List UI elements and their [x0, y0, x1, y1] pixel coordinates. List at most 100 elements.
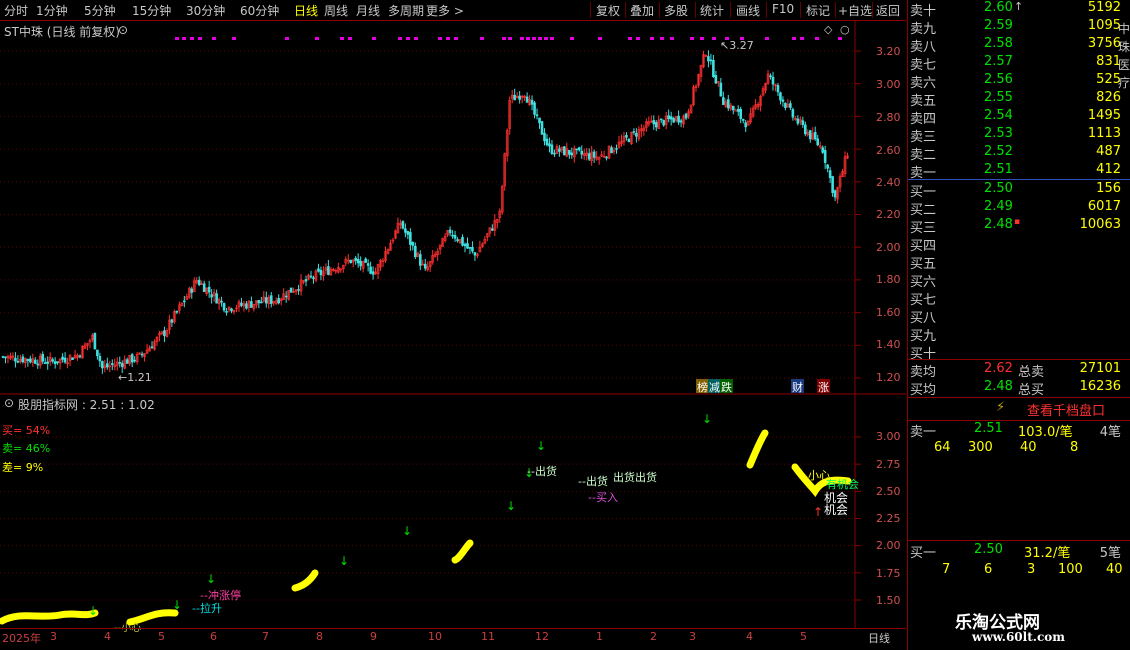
- date-tick: 2: [650, 630, 657, 643]
- candle-body: [821, 147, 824, 153]
- stats-button[interactable]: 统计: [700, 2, 724, 19]
- buy1-detail-label: 买一: [910, 546, 937, 561]
- indicator-chart[interactable]: ↓↓↓↓↓↓↓↓↓↑: [0, 393, 906, 628]
- buy-level[interactable]: 买七: [908, 289, 1130, 308]
- candle-body: [120, 363, 124, 367]
- indicator-settings-icon[interactable]: ⊙: [4, 396, 14, 410]
- period-1min[interactable]: 1分钟: [36, 2, 68, 19]
- candle-body: [16, 361, 20, 363]
- period-multi[interactable]: 多周期: [388, 2, 424, 19]
- signal-dot: [446, 37, 450, 40]
- period-fenshi[interactable]: 分时: [4, 2, 28, 19]
- level-label: 卖五: [910, 94, 937, 109]
- avg-buy-label: 买均: [910, 383, 937, 398]
- sell-level[interactable]: 卖二 2.52 487: [908, 144, 1130, 163]
- overlay-button[interactable]: 叠加: [630, 2, 654, 19]
- sell-level[interactable]: 卖四 2.54 1495: [908, 108, 1130, 127]
- signal-dot: [480, 37, 484, 40]
- view-1000-button[interactable]: 查看千档盘口: [1027, 400, 1105, 419]
- mark-button[interactable]: 标记: [806, 2, 830, 19]
- period-monthly[interactable]: 月线: [356, 2, 380, 19]
- candle-body: [667, 115, 670, 120]
- candle-body: [535, 114, 539, 117]
- label-chuhuo-2: --出货: [578, 475, 608, 488]
- sell-level[interactable]: 卖五 2.55 826: [908, 90, 1130, 109]
- candle-body: [78, 355, 82, 358]
- signal-dot: [520, 37, 524, 40]
- buy-level[interactable]: 买九: [908, 325, 1130, 344]
- candle-body: [1, 356, 5, 358]
- kline-chart[interactable]: ↖3.27 ←1.21 ◇ ○: [0, 21, 906, 393]
- candle-body: [803, 124, 807, 135]
- multi-stock-button[interactable]: 多股: [664, 2, 688, 19]
- signal-dot: [544, 37, 548, 40]
- signal-dot: [182, 37, 186, 40]
- add-favorite-button[interactable]: +自选: [838, 2, 872, 19]
- draw-line-button[interactable]: 画线: [736, 2, 760, 19]
- candle-body: [366, 263, 370, 266]
- candle-body: [106, 363, 109, 368]
- period-60min[interactable]: 60分钟: [240, 2, 279, 19]
- price-tick: 1.60: [876, 306, 901, 319]
- period-weekly[interactable]: 周线: [324, 2, 348, 19]
- signal-dot: [190, 37, 194, 40]
- signal-dot: [212, 37, 216, 40]
- candle-body: [828, 170, 832, 178]
- buy-level[interactable]: 买五: [908, 253, 1130, 272]
- side-vertical-text[interactable]: 中珠医疗: [1118, 20, 1130, 92]
- level-price: 2.57: [984, 54, 1013, 69]
- buy-level[interactable]: 买二 2.49 6017: [908, 199, 1130, 218]
- label-jihui-2: 机会: [824, 503, 849, 517]
- sell-level[interactable]: 卖七 2.57 831: [908, 54, 1130, 73]
- level-label: 买四: [910, 239, 937, 254]
- candle-body: [471, 247, 474, 252]
- candle-body: [461, 236, 464, 246]
- period-more[interactable]: 更多 >: [426, 2, 464, 19]
- fuquan-button[interactable]: 复权: [596, 2, 620, 19]
- sell1-detail-row: 卖一 2.51 103.0/笔 4笔: [908, 421, 1130, 440]
- sell1-detail-price: 2.51: [974, 421, 1003, 436]
- level-volume: 487: [1096, 144, 1121, 159]
- toolbar-divider: [625, 2, 626, 18]
- candle-body: [183, 300, 186, 303]
- price-tick: 3.00: [876, 78, 901, 91]
- candle-body: [709, 59, 713, 62]
- level-volume: 156: [1096, 181, 1121, 196]
- circle-icon[interactable]: ○: [840, 23, 850, 36]
- settings-chevron-icon[interactable]: ⊙: [118, 23, 128, 37]
- buy-level[interactable]: 买四: [908, 235, 1130, 254]
- candle-body: [225, 311, 228, 313]
- back-button[interactable]: 返回: [876, 2, 900, 19]
- sell-level[interactable]: 卖十 2.60 5192 ↑: [908, 0, 1130, 19]
- sell-level[interactable]: 卖一 2.51 412: [908, 162, 1130, 181]
- period-15min[interactable]: 15分钟: [132, 2, 171, 19]
- sell-level[interactable]: 卖三 2.53 1113: [908, 126, 1130, 145]
- signal-dot: [340, 37, 344, 40]
- label-bottom: --小心: [114, 619, 141, 634]
- f10-button[interactable]: F10: [772, 2, 794, 16]
- period-5min[interactable]: 5分钟: [84, 2, 116, 19]
- candle-body: [632, 131, 636, 133]
- candle-body: [816, 138, 820, 146]
- label-mairu: --买入: [588, 491, 618, 504]
- level-volume: 412: [1096, 162, 1121, 177]
- candle-body: [627, 138, 631, 143]
- view-1000-bar[interactable]: ⚡ 查看千档盘口: [908, 398, 1130, 420]
- buy-level[interactable]: 买八: [908, 307, 1130, 326]
- period-daily[interactable]: 日线: [294, 2, 318, 19]
- sell-level[interactable]: 卖九 2.59 1095: [908, 18, 1130, 37]
- sell-level[interactable]: 卖八 2.58 3756: [908, 36, 1130, 55]
- sell-level[interactable]: 卖六 2.56 525: [908, 72, 1130, 91]
- order-book-panel: 卖十 2.60 5192 ↑ 卖九 2.59 1095 卖八 2.58 3756 卖七 2.57 831…: [907, 0, 1130, 650]
- buy-level[interactable]: 买六: [908, 271, 1130, 290]
- diamond-icon[interactable]: ◇: [824, 23, 833, 36]
- signal-dot: [598, 37, 602, 40]
- signal-dot: [690, 37, 694, 40]
- indicator-tick: 2.50: [876, 485, 901, 498]
- period-indicator[interactable]: 日线: [868, 630, 890, 646]
- buy-level[interactable]: 买一 2.50 156: [908, 181, 1130, 200]
- avg-sell-label: 卖均: [910, 365, 937, 380]
- candle-body: [401, 221, 405, 229]
- queue-item: 40: [1106, 562, 1123, 577]
- period-30min[interactable]: 30分钟: [186, 2, 225, 19]
